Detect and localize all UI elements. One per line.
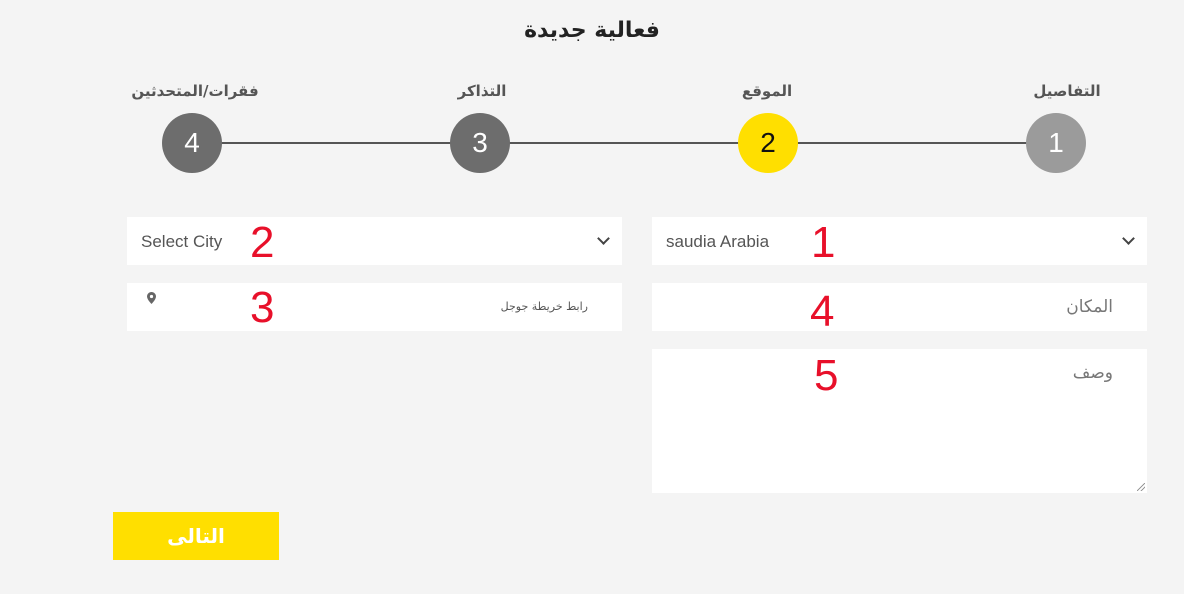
annotation-4: 4 — [810, 287, 835, 336]
step-4-label: فقرات/المتحدثين — [131, 82, 259, 100]
annotation-3: 3 — [250, 283, 275, 332]
venue-input[interactable]: المكان — [652, 283, 1147, 331]
city-select-value: Select City — [141, 232, 223, 251]
country-select-value: saudia Arabia — [666, 232, 770, 251]
map-link-input[interactable]: رابط خريطة جوجل — [127, 283, 622, 331]
annotation-2: 2 — [250, 218, 275, 267]
map-pin-icon — [147, 292, 156, 304]
venue-placeholder: المكان — [1066, 297, 1113, 317]
step-2-circle[interactable]: 2 — [738, 113, 798, 173]
next-button[interactable]: التالى — [113, 512, 279, 560]
step-3-circle[interactable]: 3 — [450, 113, 510, 173]
description-textarea[interactable]: وصف — [652, 349, 1147, 493]
country-select[interactable]: saudia Arabia — [652, 217, 1147, 265]
city-select[interactable]: Select City — [127, 217, 622, 265]
resize-handle-icon[interactable] — [1137, 483, 1145, 491]
step-2-label: الموقع — [741, 82, 793, 100]
annotation-1: 1 — [811, 218, 836, 267]
description-placeholder: وصف — [1072, 363, 1113, 383]
step-1-circle[interactable]: 1 — [1026, 113, 1086, 173]
stepper-line — [192, 142, 1056, 144]
step-3-label: التذاكر — [457, 82, 507, 100]
map-link-placeholder: رابط خريطة جوجل — [500, 300, 588, 313]
step-1-label: التفاصيل — [1033, 82, 1101, 100]
chevron-down-icon — [597, 232, 610, 245]
page-title: فعالية جديدة — [524, 18, 660, 43]
annotation-5: 5 — [814, 351, 839, 400]
chevron-down-icon — [1122, 232, 1135, 245]
step-4-circle[interactable]: 4 — [162, 113, 222, 173]
